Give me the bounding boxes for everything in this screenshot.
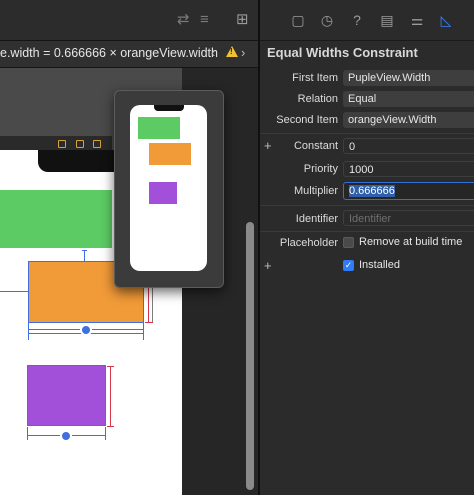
constant-field[interactable]: 0 [343, 138, 474, 154]
placeholder-label: Placeholder [279, 237, 338, 249]
width-guide-left [28, 323, 29, 340]
identifier-placeholder: Identifier [349, 213, 392, 225]
interface-builder-canvas-area: ⇄ ≡ ⊞ e.width = 0.666666 × orangeView.wi… [0, 0, 258, 495]
help-icon[interactable]: ? [348, 11, 366, 29]
purple-view[interactable] [27, 365, 106, 426]
vertical-scrollbar[interactable] [246, 222, 254, 490]
relation-popup[interactable]: Equal [343, 91, 474, 107]
constraint-breadcrumb-text: e.width = 0.666666 × orangeView.width [0, 46, 218, 60]
size-inspector: ▢ ◷ ? ▤ ⚌ ◺ Equal Widths Constraint Firs… [260, 0, 474, 495]
purple-height-cap-top [107, 366, 114, 367]
identity-icon[interactable]: ▤ [378, 11, 396, 29]
purple-width-constraint-handle[interactable] [60, 430, 72, 442]
multiplier-field[interactable]: 0.666666 [343, 182, 474, 200]
orange-width-constraint-handle[interactable] [80, 324, 92, 336]
separator [260, 205, 474, 206]
view-controller-icon[interactable] [58, 140, 66, 148]
inspector-toggle-icon[interactable]: ⊞ [236, 12, 249, 28]
purple-height-constraint-line[interactable] [110, 366, 111, 426]
installed-label: Installed [359, 259, 400, 271]
separator [260, 133, 474, 134]
second-item-label: Second Item [276, 114, 338, 126]
history-icon[interactable]: ◷ [318, 11, 336, 29]
installed-checkbox[interactable]: ✓ [343, 260, 354, 271]
preview-popover [114, 90, 224, 288]
leading-constraint-line[interactable] [0, 291, 28, 292]
scene-dock [0, 136, 112, 150]
second-item-popup[interactable]: orangeView.Width [343, 112, 474, 128]
remove-at-build-label: Remove at build time [359, 236, 463, 248]
inspector-tab-bar: ▢ ◷ ? ▤ ⚌ ◺ [260, 0, 474, 41]
file-icon[interactable]: ▢ [289, 11, 307, 29]
top-constraint-line[interactable] [84, 250, 85, 261]
first-item-popup[interactable]: PupleView.Width [343, 70, 474, 86]
priority-label: Priority [303, 163, 338, 175]
relation-label: Relation [297, 93, 338, 105]
height-constraint-cap [145, 322, 153, 323]
width-guide-right [143, 323, 144, 340]
lines-icon[interactable]: ≡ [200, 12, 209, 28]
warning-icon[interactable] [226, 46, 238, 57]
purple-width-guide-left [27, 427, 28, 440]
remove-at-build-checkbox[interactable] [343, 237, 354, 248]
constraint-title: Equal Widths Constraint [267, 45, 418, 60]
nav-forward-icon[interactable]: › [241, 45, 245, 60]
nav-back-icon[interactable]: ‹ [211, 45, 215, 60]
purple-width-guide-right [105, 427, 106, 440]
preview-orange-view [149, 143, 191, 165]
add-installed-variation-button[interactable]: + [264, 258, 272, 273]
preview-notch [154, 105, 184, 111]
separator [260, 231, 474, 232]
constant-label: Constant [293, 140, 338, 152]
purple-height-cap-bottom [107, 426, 114, 427]
first-responder-icon[interactable] [76, 140, 84, 148]
breadcrumb: e.width = 0.666666 × orangeView.width ‹ … [0, 41, 258, 68]
multiplier-selected-text: 0.666666 [349, 185, 395, 197]
size-icon[interactable]: ◺ [437, 11, 455, 29]
xcode-window: ⇄ ≡ ⊞ e.width = 0.666666 × orangeView.wi… [0, 0, 474, 495]
multiplier-label: Multiplier [293, 185, 338, 197]
priority-field[interactable]: 1000 [343, 161, 474, 177]
preview-green-view [138, 117, 180, 139]
identifier-label: Identifier [295, 213, 338, 225]
identifier-field[interactable]: Identifier [343, 210, 474, 226]
preview-device [130, 105, 207, 271]
exit-icon[interactable] [93, 140, 101, 148]
preview-purple-view [149, 182, 177, 204]
top-constraint-cap [82, 250, 87, 251]
editor-toolbar: ⇄ ≡ ⊞ [0, 0, 258, 41]
add-constant-variation-button[interactable]: + [264, 138, 272, 153]
green-view[interactable] [0, 190, 112, 248]
attributes-icon[interactable]: ⚌ [408, 11, 426, 29]
first-item-label: First Item [292, 72, 338, 84]
swap-icon[interactable]: ⇄ [177, 12, 190, 28]
